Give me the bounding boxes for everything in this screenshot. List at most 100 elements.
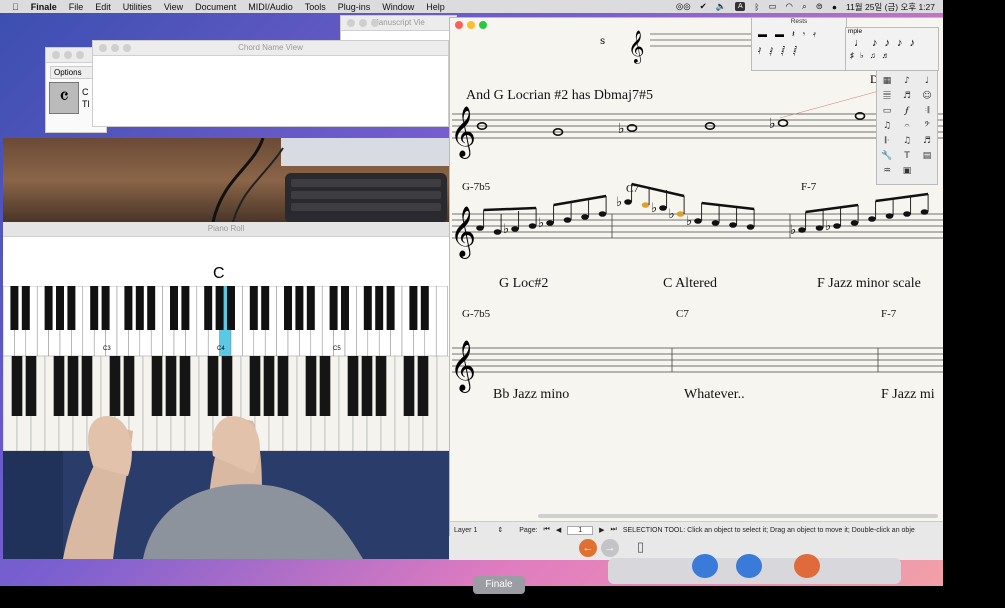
special-tools-icon[interactable]: ♒ — [883, 166, 891, 176]
text-tool-icon[interactable]: T — [903, 151, 910, 161]
rest-64th-icon[interactable]: 𝅁 — [769, 46, 773, 57]
piano-roll-window[interactable]: Piano Roll C C3 C4 C5 — [2, 222, 449, 559]
staff-tool-icon[interactable]: 𝄚 — [883, 91, 891, 101]
measure-tool-icon[interactable]: ▭ — [883, 106, 892, 116]
rest-32nd-icon[interactable]: 𝅀 — [758, 46, 761, 57]
eighth-note[interactable] — [903, 211, 911, 217]
piano-black-key[interactable] — [284, 286, 292, 330]
chord-symbol-6[interactable]: F-7 — [881, 308, 896, 320]
first-page-icon[interactable]: ⏮ — [544, 526, 550, 534]
menu-finale[interactable]: Finale — [31, 2, 57, 12]
piano-black-key[interactable] — [420, 286, 429, 330]
piano-black-key[interactable] — [215, 286, 224, 330]
sharp-icon[interactable]: ♯ — [850, 51, 854, 60]
eighth-note[interactable] — [476, 225, 484, 231]
eighth-rest-icon[interactable]: 𝄾 — [803, 29, 805, 40]
page-layout-icon[interactable]: ▤ — [923, 151, 932, 161]
control-center-icon[interactable]: ⊜ — [816, 1, 823, 12]
piano-black-key[interactable] — [101, 286, 110, 330]
volume-icon[interactable]: 🔈 — [716, 1, 727, 12]
selection-tool-icon[interactable]: ▦ — [883, 76, 892, 86]
dock-app-orange-icon[interactable] — [794, 554, 820, 578]
menu-midi-audio[interactable]: MIDI/Audio — [248, 2, 293, 12]
scale-label-1[interactable]: G Loc#2 — [499, 276, 548, 292]
menu-help[interactable]: Help — [426, 2, 445, 12]
page-number-field[interactable]: 1 — [567, 525, 594, 535]
scale-label-2[interactable]: C Altered — [663, 276, 717, 292]
battery-icon[interactable]: ▭ — [768, 1, 776, 12]
eighth-note[interactable] — [833, 223, 841, 229]
clef-tool-icon[interactable]: 𝄢 — [924, 120, 930, 131]
rest-dotted-icon[interactable]: 𝅂 — [793, 46, 797, 57]
bluetooth-icon[interactable]: ᛒ — [754, 2, 759, 12]
piano-black-key[interactable] — [147, 286, 156, 330]
time-sig-tool-icon[interactable]: ♫ — [903, 136, 911, 146]
piano-black-key[interactable] — [341, 286, 349, 330]
eighth-note-icon[interactable]: ♪ — [872, 37, 878, 49]
chord-symbol-1[interactable]: G-7b5 — [462, 181, 490, 193]
main-tool-palette[interactable]: ▦ ♪ ♩ 𝄚 ♬ ☺ ▭ 𝆑 𝄇 ♫ 𝄐 𝄢 𝄆 ♫ ♬ 🔧 T ▤ ♒ ▣ — [876, 70, 938, 185]
wrench-icon[interactable]: 🔧 — [881, 149, 892, 161]
graphics-tool-icon[interactable]: ▣ — [903, 166, 912, 176]
next-page-icon[interactable]: ▶ — [599, 526, 604, 534]
piano-black-key[interactable] — [135, 286, 144, 330]
eighth-note[interactable] — [563, 217, 572, 223]
layer-select[interactable]: Layer 1 — [454, 527, 477, 534]
piano-black-key[interactable] — [204, 286, 213, 330]
piano-black-key[interactable] — [261, 286, 270, 330]
menu-document[interactable]: Document — [195, 2, 236, 12]
clock[interactable]: 11월 25일 (금) 오후 1:27 — [846, 1, 935, 13]
finale-score-window[interactable]: s 𝄞 𝄞 ♭ ♭ 𝄞 ♭ ♭ ♭ ♭ ♭ ♭ ♭ ♭ 𝄞 And G Locr… — [449, 17, 945, 538]
repeat-tool-icon[interactable]: 𝄇 — [925, 106, 930, 116]
tuplet-icon[interactable]: ♫ — [870, 51, 876, 60]
piano-black-key[interactable] — [375, 286, 384, 330]
search-icon[interactable]: ⌕ — [802, 1, 807, 12]
eighth-note[interactable] — [511, 226, 519, 232]
rest-128th-icon[interactable]: 𝅂 — [781, 46, 785, 57]
eighth-note[interactable] — [868, 216, 876, 222]
simple-entry-tool-icon[interactable]: ♩ — [925, 76, 929, 86]
smart-shape-tool-icon[interactable]: ☺ — [922, 90, 931, 101]
tuplet-tool-icon[interactable]: ♬ — [923, 136, 931, 146]
flat-icon[interactable]: ♭ — [860, 51, 864, 60]
piano-black-key[interactable] — [409, 286, 418, 330]
piano-black-key[interactable] — [249, 286, 258, 330]
piano-black-key[interactable] — [21, 286, 30, 330]
quarter-note-icon[interactable]: ♩ — [854, 37, 865, 49]
half-rest-icon[interactable]: ▬ — [775, 29, 784, 40]
eighth-note[interactable] — [641, 202, 650, 208]
key-tool-icon[interactable]: 𝄆 — [885, 135, 889, 146]
scale-label-3[interactable]: F Jazz minor scale — [817, 276, 921, 292]
eighth-note[interactable] — [528, 223, 537, 229]
simple-entry-palette[interactable]: mple ♩ ♪ ♪ ♪ ♪ ♯ ♭ ♫ ♬ — [845, 27, 939, 71]
glasses-icon[interactable]: ◎◎ — [676, 1, 691, 12]
input-source-icon[interactable]: A — [735, 2, 746, 11]
eighth-note[interactable] — [493, 229, 502, 235]
expression-tool-icon[interactable]: 𝆑 — [904, 106, 911, 116]
eighth-note[interactable] — [815, 225, 824, 231]
forward-arrow-icon[interactable]: → — [601, 539, 619, 557]
piano-black-key[interactable] — [295, 286, 304, 330]
piano-black-key[interactable] — [10, 286, 19, 330]
dock-app-blue-icon[interactable] — [692, 554, 718, 578]
dock-app-blue-2-icon[interactable] — [736, 554, 762, 578]
menu-view[interactable]: View — [164, 2, 183, 12]
eighth-note[interactable] — [659, 205, 667, 211]
eighth-note[interactable] — [598, 211, 607, 217]
speedy-entry-icon[interactable]: ♪ — [904, 76, 910, 86]
piano-black-key[interactable] — [329, 286, 338, 330]
menu-file[interactable]: File — [69, 2, 84, 12]
piano-black-key[interactable] — [170, 286, 178, 330]
piano-white-key[interactable] — [435, 285, 448, 357]
piano-black-key[interactable] — [306, 286, 315, 330]
apple-menu-icon[interactable]:  — [12, 2, 19, 12]
eighth-note[interactable] — [746, 224, 755, 230]
eighth-note[interactable] — [676, 211, 685, 217]
lyrics-tool-icon[interactable]: 𝄐 — [904, 121, 909, 131]
note-32nd-icon[interactable]: ♪ — [897, 37, 903, 49]
horizontal-scrollbar[interactable] — [538, 514, 938, 518]
eighth-note[interactable] — [711, 220, 720, 226]
menu-window[interactable]: Window — [382, 2, 414, 12]
siri-icon[interactable]: ● — [832, 2, 837, 12]
piano-black-key[interactable] — [386, 286, 395, 330]
